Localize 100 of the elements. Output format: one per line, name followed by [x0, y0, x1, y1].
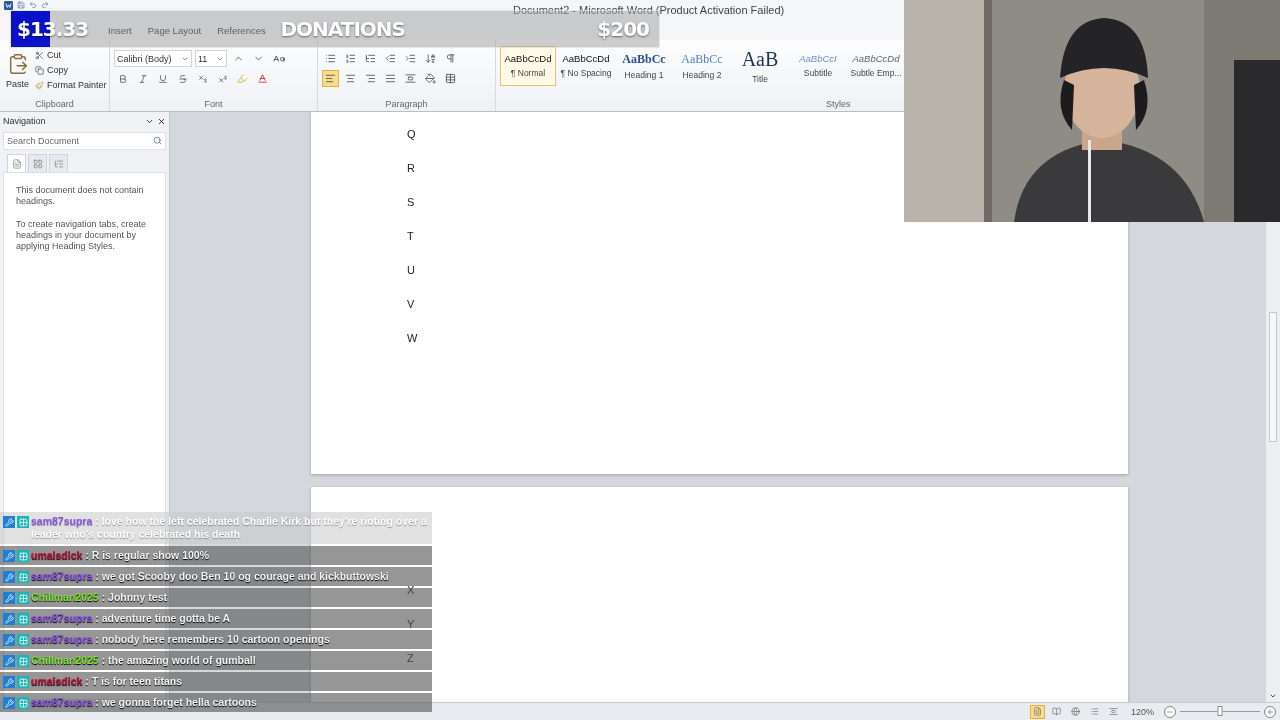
- chat-message: sam87supra : adventure time gotta be A: [31, 612, 231, 625]
- format-painter-button[interactable]: Format Painter: [33, 79, 109, 91]
- zoom-level: 120%: [1130, 706, 1154, 717]
- font-name-field[interactable]: Calibri (Body): [114, 50, 192, 67]
- style-item[interactable]: AaBbCc Heading 2: [674, 46, 730, 86]
- chat-message: umaisdick : R is regular show 100%: [31, 549, 209, 562]
- group-label: Styles: [825, 98, 852, 111]
- paragraph-text: R: [407, 162, 416, 176]
- sort-icon: [425, 53, 436, 64]
- style-item[interactable]: AaBbCcDd ¶ Normal: [500, 46, 556, 86]
- copy-icon: [35, 65, 44, 75]
- scissors-icon: [35, 50, 44, 60]
- highlighter-icon: [237, 73, 248, 84]
- redo-icon: [41, 1, 49, 9]
- outdent-icon: [385, 53, 396, 64]
- chat-message: sam87supra : we got Scooby doo Ben 10 og courage and kickbuttowski: [31, 570, 389, 583]
- paragraph-text: W: [407, 332, 419, 346]
- paragraph-text: T: [407, 230, 415, 244]
- group-label: Font: [203, 98, 224, 111]
- chat-message: sam87supra : we gonna forget hella cartoons: [31, 696, 257, 709]
- ribbon-tab[interactable]: Insert: [100, 23, 140, 37]
- superscript-icon: [217, 73, 228, 84]
- group-label: Paragraph: [384, 98, 429, 111]
- align-right-icon: [365, 73, 376, 84]
- underline-icon: [157, 73, 168, 84]
- paragraph-text: Z: [407, 652, 415, 666]
- window-title: Document2 - Microsoft Word (Product Activation Failed): [513, 4, 785, 16]
- scroll-down-icon[interactable]: [1269, 692, 1277, 700]
- chat-message: Chillman2025 : Johnny test: [31, 591, 167, 604]
- style-item[interactable]: AaBbCcDd Subtle Emp...: [848, 46, 904, 86]
- bold-icon: [117, 73, 128, 84]
- ribbon-tab[interactable]: Page Layout: [139, 23, 210, 37]
- paintbrush-icon: [35, 80, 44, 90]
- page-icon: [1032, 707, 1042, 716]
- close-icon[interactable]: [157, 116, 166, 126]
- grid-icon: [17, 613, 29, 625]
- zoom-out-button[interactable]: [1164, 705, 1176, 718]
- style-item[interactable]: AaB Title: [732, 46, 788, 86]
- list-icon: [53, 158, 64, 169]
- multilevel-list-icon: [365, 53, 376, 64]
- grid-icon: [17, 516, 29, 528]
- cut-button[interactable]: Cut: [33, 49, 109, 61]
- table-icon: [445, 73, 456, 84]
- list-icon: [1089, 707, 1099, 716]
- book-icon: [1051, 707, 1061, 716]
- undo-icon: [29, 1, 37, 9]
- grid-icon: [17, 550, 29, 562]
- paragraph-text: V: [407, 298, 416, 312]
- strikethrough-icon: [177, 73, 188, 84]
- ribbon-tab[interactable]: References: [209, 23, 274, 37]
- plus-icon: [1266, 707, 1274, 716]
- chat-message: sam87supra : nobody here remembers 10 cartoon openings: [31, 633, 330, 646]
- chat-message: Chillman2025 : the amazing world of gumball: [31, 654, 256, 667]
- style-item[interactable]: AaBbCcDd ¶ No Spacing: [558, 46, 614, 86]
- align-left-icon: [325, 73, 336, 84]
- grid-icon: [32, 158, 43, 169]
- grid-icon: [17, 676, 29, 688]
- grid-icon: [17, 592, 29, 604]
- search-field[interactable]: Search Document: [3, 132, 166, 150]
- zoom-slider-thumb[interactable]: [1217, 706, 1223, 716]
- lines-icon: [1108, 707, 1118, 716]
- case-icon: [272, 52, 285, 65]
- font-color-icon: [257, 73, 268, 84]
- navigation-tab[interactable]: [28, 154, 47, 172]
- justify-icon: [385, 73, 396, 84]
- line-spacing-icon: [405, 73, 416, 84]
- grid-icon: [17, 655, 29, 667]
- save-icon: [17, 1, 25, 9]
- zoom-in-button[interactable]: [1264, 705, 1276, 718]
- style-item[interactable]: AaBbCcI Subtitle: [790, 46, 846, 86]
- style-item[interactable]: AaBbCc Heading 1: [616, 46, 672, 86]
- align-button[interactable]: [322, 70, 339, 87]
- grid-icon: [17, 634, 29, 646]
- donation-title: DONATIONS: [280, 17, 405, 41]
- paste-button[interactable]: Paste: [4, 49, 31, 97]
- paragraph-text: U: [407, 264, 416, 278]
- scroll-thumb[interactable]: [1269, 312, 1277, 442]
- copy-button[interactable]: Copy: [33, 64, 109, 76]
- indent-icon: [405, 53, 416, 64]
- font-size-field[interactable]: 11: [195, 50, 227, 67]
- italic-icon: [137, 73, 148, 84]
- shading-button[interactable]: [422, 70, 439, 87]
- grid-icon: [17, 571, 29, 583]
- search-icon: [153, 136, 162, 145]
- pane-title: Navigation: [3, 116, 46, 126]
- pane-message: This document does not contain headings.: [16, 185, 145, 207]
- navigation-tab[interactable]: [7, 154, 26, 172]
- globe-icon: [1070, 707, 1080, 716]
- chat-message: umaisdick : T is for teen titans: [31, 675, 183, 688]
- group-label: Clipboard: [34, 98, 75, 111]
- view-button[interactable]: [1029, 704, 1045, 719]
- document-icon: [11, 158, 22, 169]
- align-center-icon: [345, 73, 356, 84]
- paragraph-text: Q: [407, 128, 417, 142]
- pilcrow-icon: [445, 53, 456, 64]
- paint-bucket-icon: [425, 73, 436, 84]
- pane-message: To create navigation tabs, create headings in your document by applying Heading Styles.: [16, 219, 148, 252]
- paragraph-text: Y: [407, 618, 416, 632]
- subscript-icon: [197, 73, 208, 84]
- donation-goal: $200: [597, 17, 649, 41]
